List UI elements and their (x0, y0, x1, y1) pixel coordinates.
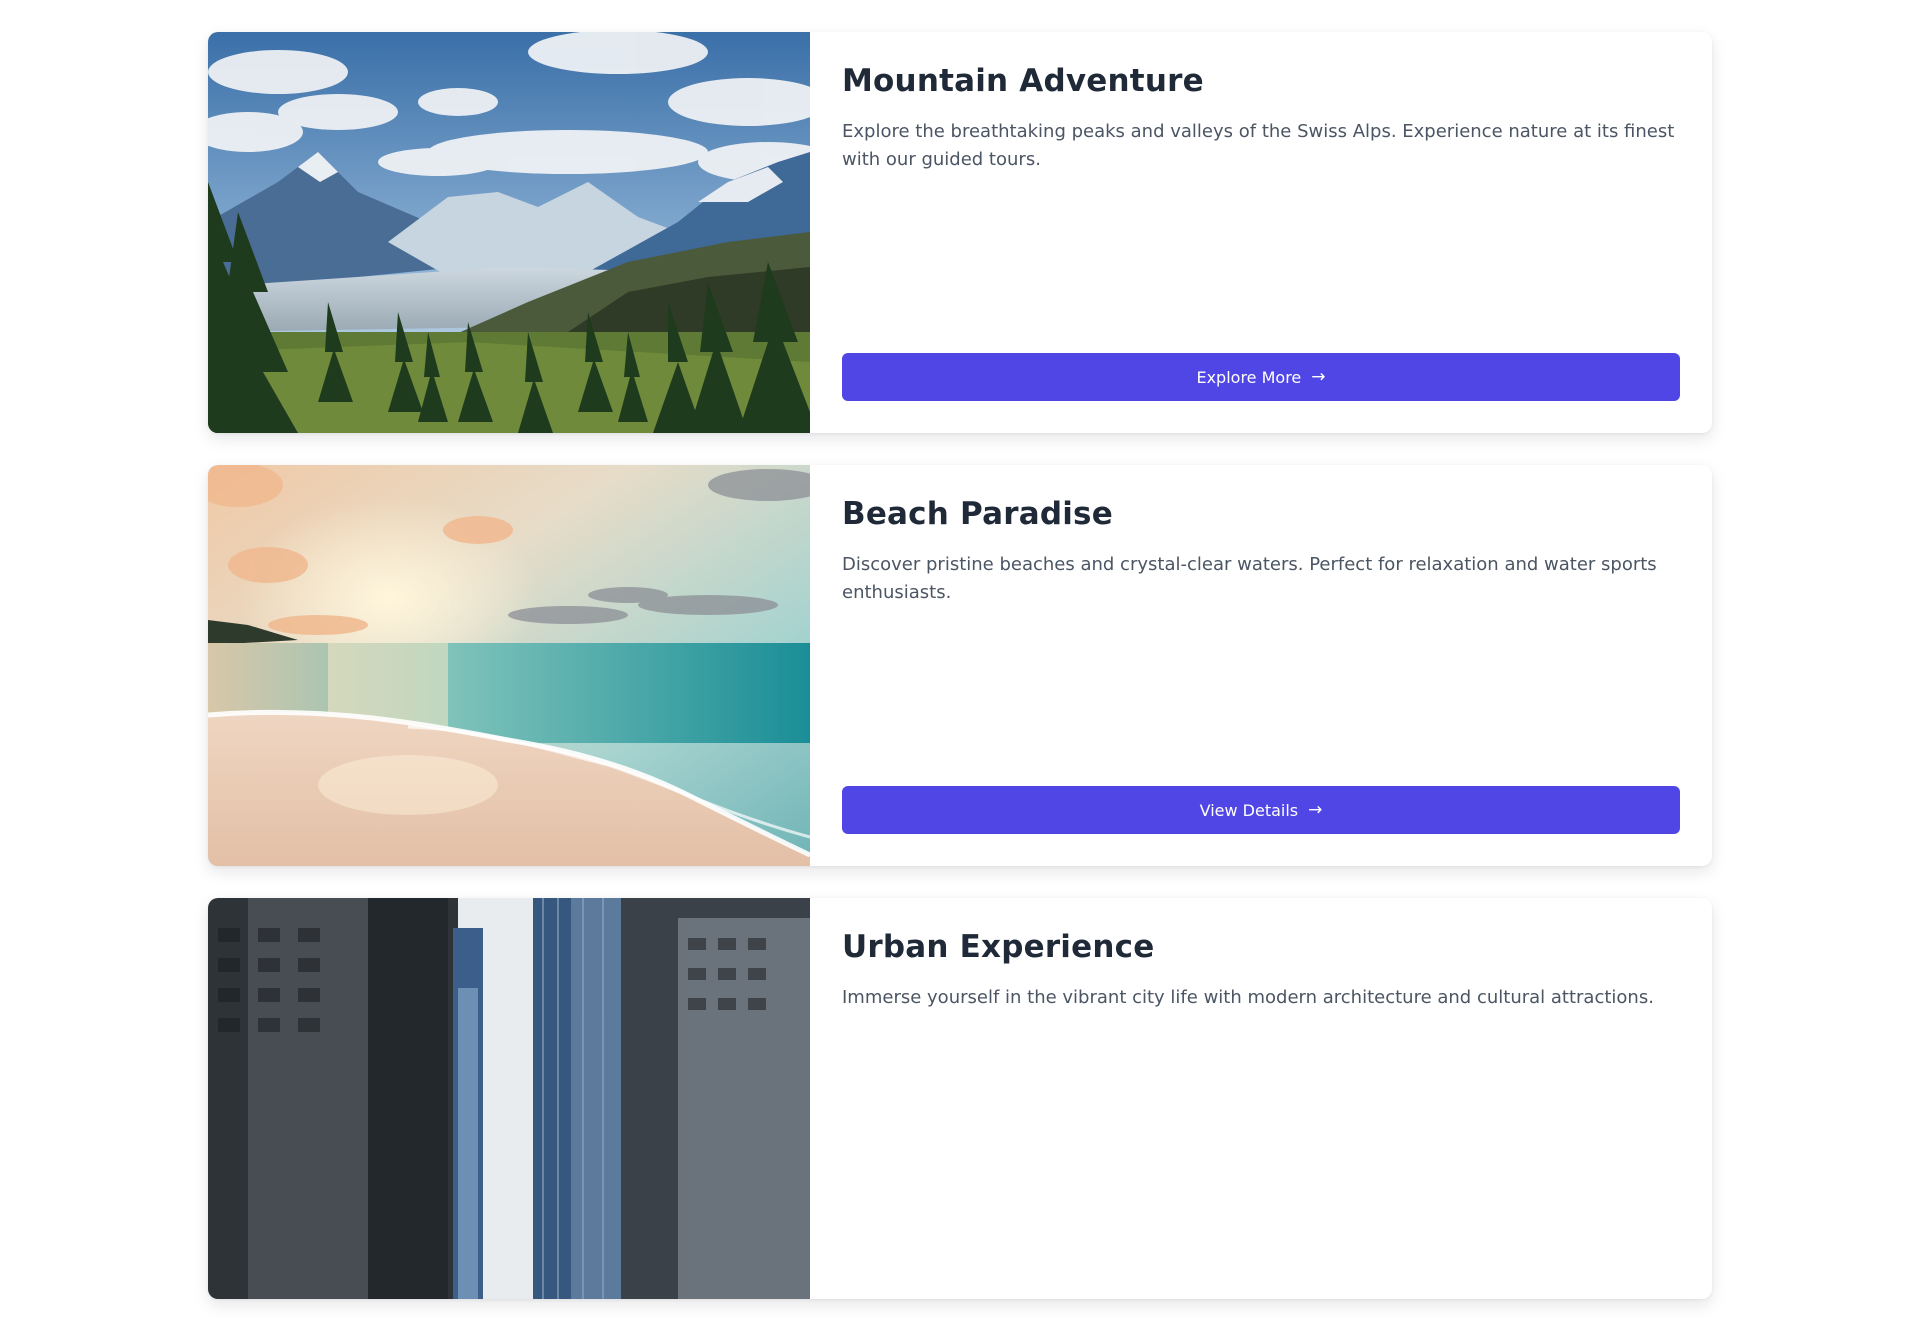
card-description: Explore the breathtaking peaks and valle… (842, 121, 1675, 171)
card-title: Urban Experience (842, 929, 1155, 965)
card-title: Beach Paradise (842, 496, 1113, 532)
card-description: Immerse yourself in the vibrant city lif… (842, 987, 1654, 1009)
card-description: Discover pristine beaches and crystal-cl… (842, 554, 1657, 604)
card-body: Urban Experience Immerse yourself in the… (810, 898, 1712, 1299)
button-label: Explore More (1196, 367, 1302, 387)
card-title: Mountain Adventure (842, 63, 1204, 99)
destination-card-mountain: Mountain Adventure Explore the breathtak… (208, 32, 1712, 433)
card-body: Mountain Adventure Explore the breathtak… (810, 32, 1712, 433)
button-label: View Details (1199, 800, 1299, 820)
arrow-right-icon: → (1308, 799, 1323, 820)
arrow-right-icon: → (1311, 366, 1326, 387)
city-skyline-image (208, 898, 810, 1299)
view-details-button[interactable]: View Details → (842, 786, 1680, 834)
mountain-landscape-image (208, 32, 810, 433)
destination-card-urban: Urban Experience Immerse yourself in the… (208, 898, 1712, 1299)
beach-sunset-image (208, 465, 810, 866)
explore-more-button[interactable]: Explore More → (842, 353, 1680, 401)
destination-card-list: Mountain Adventure Explore the breathtak… (208, 32, 1712, 1331)
destination-card-beach: Beach Paradise Discover pristine beaches… (208, 465, 1712, 866)
card-body: Beach Paradise Discover pristine beaches… (810, 465, 1712, 866)
